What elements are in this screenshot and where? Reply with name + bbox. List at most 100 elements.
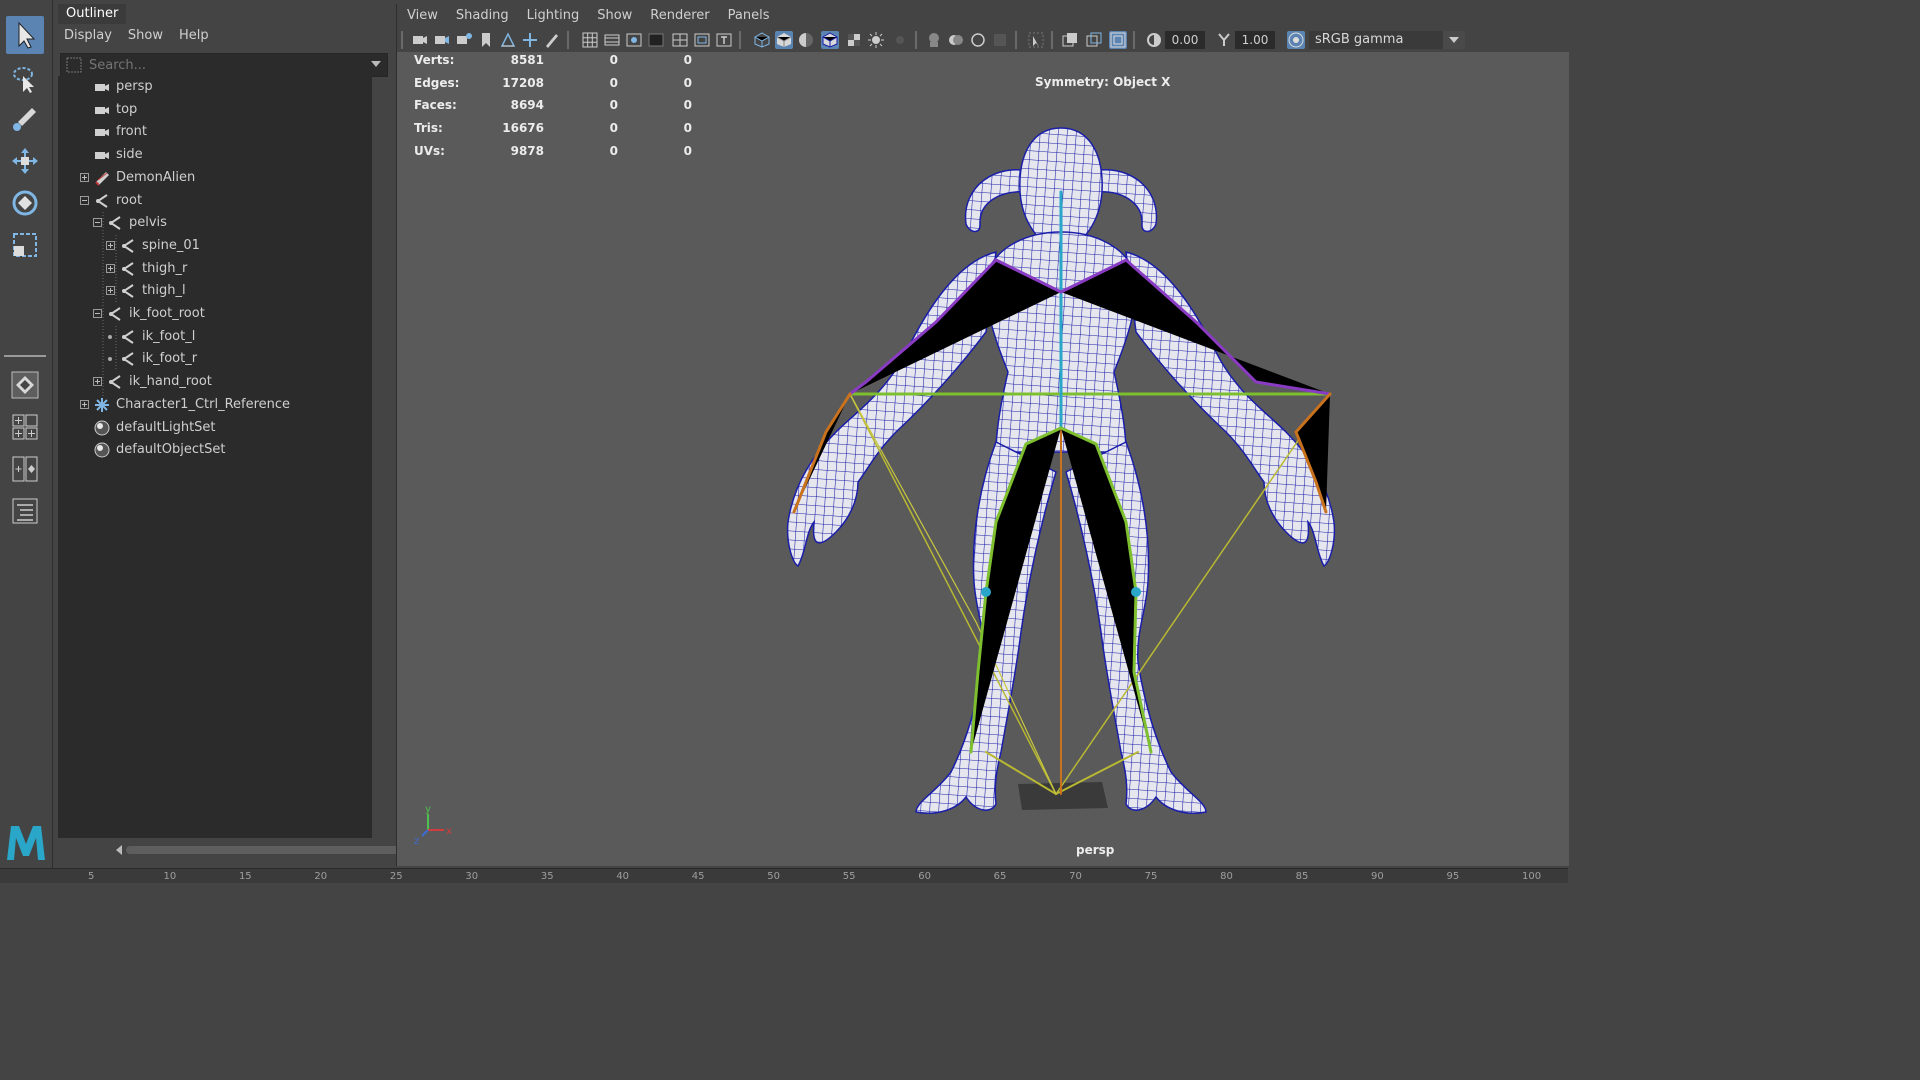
film-gate-icon[interactable] [603, 31, 621, 49]
skeleton-rig[interactable] [792, 190, 1332, 796]
outliner-item[interactable]: defaultObjectSet [58, 439, 368, 461]
outliner-menubar: Display Show Help [64, 26, 209, 46]
layout-two-icon [12, 456, 38, 482]
hud-stat-selected: 0 [609, 143, 618, 158]
xray-icon[interactable] [925, 31, 943, 49]
xray-active-components-icon[interactable] [969, 31, 987, 49]
gamma-field[interactable]: 1.00 [1235, 31, 1275, 49]
grease-pencil-icon[interactable] [543, 31, 561, 49]
expand-icon[interactable] [106, 263, 115, 273]
safe-action-icon[interactable] [693, 31, 711, 49]
layout-four-button[interactable] [6, 408, 44, 446]
wireframe-icon[interactable] [753, 31, 771, 49]
outliner-item[interactable]: ik_hand_root [58, 371, 368, 393]
expand-icon[interactable] [106, 240, 115, 250]
two-d-pan-zoom-icon[interactable] [521, 31, 539, 49]
camera-attributes-icon[interactable] [433, 31, 451, 49]
bookmark-camera-icon[interactable] [455, 31, 473, 49]
grid-icon[interactable] [581, 31, 599, 49]
frame-all-icon[interactable] [1061, 31, 1079, 49]
outliner-item[interactable]: DemonAlien [58, 167, 368, 189]
frame-selected-icon[interactable] [1085, 31, 1103, 49]
smooth-shade-icon[interactable] [775, 31, 793, 49]
outliner-item[interactable]: front [58, 121, 368, 143]
horizontal-scroll-thumb[interactable] [126, 846, 412, 854]
move-tool-button[interactable] [6, 142, 44, 180]
expand-icon[interactable] [80, 172, 89, 182]
default-material-icon[interactable] [797, 31, 815, 49]
outliner-item[interactable]: thigh_r [58, 258, 368, 280]
exposure-icon[interactable] [1145, 31, 1163, 49]
viewport-menu-lighting[interactable]: Lighting [527, 4, 580, 28]
outliner-item[interactable]: Character1_Ctrl_Reference [58, 394, 368, 416]
viewport-menu-panels[interactable]: Panels [728, 4, 770, 28]
select-camera-icon[interactable] [411, 31, 429, 49]
xray-joints-icon[interactable] [947, 31, 965, 49]
collapse-icon[interactable] [93, 309, 102, 318]
safe-title-icon[interactable] [715, 31, 733, 49]
paint-select-tool-button[interactable] [6, 100, 44, 138]
collapse-icon[interactable] [93, 218, 102, 228]
camera-icon [94, 124, 110, 140]
outliner-item[interactable]: side [58, 144, 368, 166]
viewport-menu-renderer[interactable]: Renderer [650, 4, 709, 28]
outliner-item[interactable]: ik_foot_root [58, 303, 368, 325]
color-management-icon[interactable] [1287, 31, 1305, 49]
hud-toggle-icon[interactable] [1109, 31, 1127, 49]
viewport-menu-shading[interactable]: Shading [456, 4, 509, 28]
arrow-cursor-icon [18, 21, 36, 49]
joint-icon [107, 306, 123, 322]
filter-icon[interactable] [65, 56, 83, 74]
image-plane-icon[interactable] [499, 31, 517, 49]
select-tool-button[interactable] [6, 16, 44, 54]
wireframe-on-shaded-icon[interactable] [821, 31, 839, 49]
hud-stat-selected: 0 [609, 75, 618, 90]
axis-gizmo: y x z [414, 804, 452, 847]
outliner-item[interactable]: pelvis [58, 212, 368, 234]
backface-culling-icon[interactable] [991, 31, 1009, 49]
expand-icon[interactable] [106, 286, 115, 296]
viewport-3d-scene[interactable]: y x z [396, 52, 1568, 864]
outliner-item[interactable]: ik_foot_r [58, 348, 368, 370]
layout-two-button[interactable] [6, 450, 44, 488]
outliner-menu-show[interactable]: Show [128, 26, 163, 46]
floor-base-shadow [1018, 782, 1108, 810]
color-space-dropdown[interactable]: sRGB gamma [1309, 31, 1465, 49]
expand-icon[interactable] [93, 377, 102, 387]
layout-single-button[interactable] [6, 366, 44, 404]
isolate-select-icon[interactable] [1027, 31, 1045, 49]
textured-icon[interactable] [845, 31, 863, 49]
time-slider[interactable]: 5 10 15 20 25 30 35 40 45 50 55 60 65 70 75 80 85 90 95 100 [0, 868, 1568, 883]
collapse-icon[interactable] [80, 195, 89, 205]
axis-x-label: x [446, 826, 452, 837]
scale-tool-button[interactable] [6, 226, 44, 264]
search-dropdown-icon[interactable] [371, 61, 381, 69]
outliner-item[interactable]: thigh_l [58, 280, 368, 302]
exposure-field[interactable]: 0.00 [1165, 31, 1205, 49]
outliner-menu-display[interactable]: Display [64, 26, 112, 46]
gate-mask-icon[interactable] [647, 31, 665, 49]
outliner-horizontal-scrollbar[interactable] [112, 842, 426, 858]
rotate-tool-button[interactable] [6, 184, 44, 222]
toolbar-separator [1133, 31, 1135, 49]
lasso-tool-button[interactable] [6, 60, 44, 98]
viewport-menu-view[interactable]: View [407, 4, 438, 28]
resolution-gate-icon[interactable] [625, 31, 643, 49]
viewport-menu-show[interactable]: Show [597, 4, 632, 28]
use-all-lights-icon[interactable] [867, 31, 885, 49]
scroll-left-icon[interactable] [114, 845, 122, 855]
bookmark-icon[interactable] [477, 31, 495, 49]
field-chart-icon[interactable] [671, 31, 689, 49]
outliner-search-input[interactable] [89, 56, 359, 74]
outliner-item[interactable]: defaultLightSet [58, 417, 368, 439]
shadows-icon[interactable] [891, 31, 909, 49]
outliner-item[interactable]: persp [58, 76, 368, 98]
outliner-item[interactable]: spine_01 [58, 235, 368, 257]
outliner-item[interactable]: top [58, 99, 368, 121]
outliner-item[interactable]: root [58, 190, 368, 212]
outliner-item[interactable]: ik_foot_l [58, 326, 368, 348]
expand-icon[interactable] [80, 399, 89, 409]
outliner-menu-help[interactable]: Help [179, 26, 209, 46]
outliner-layout-button[interactable] [6, 492, 44, 530]
gamma-icon[interactable] [1215, 31, 1233, 49]
